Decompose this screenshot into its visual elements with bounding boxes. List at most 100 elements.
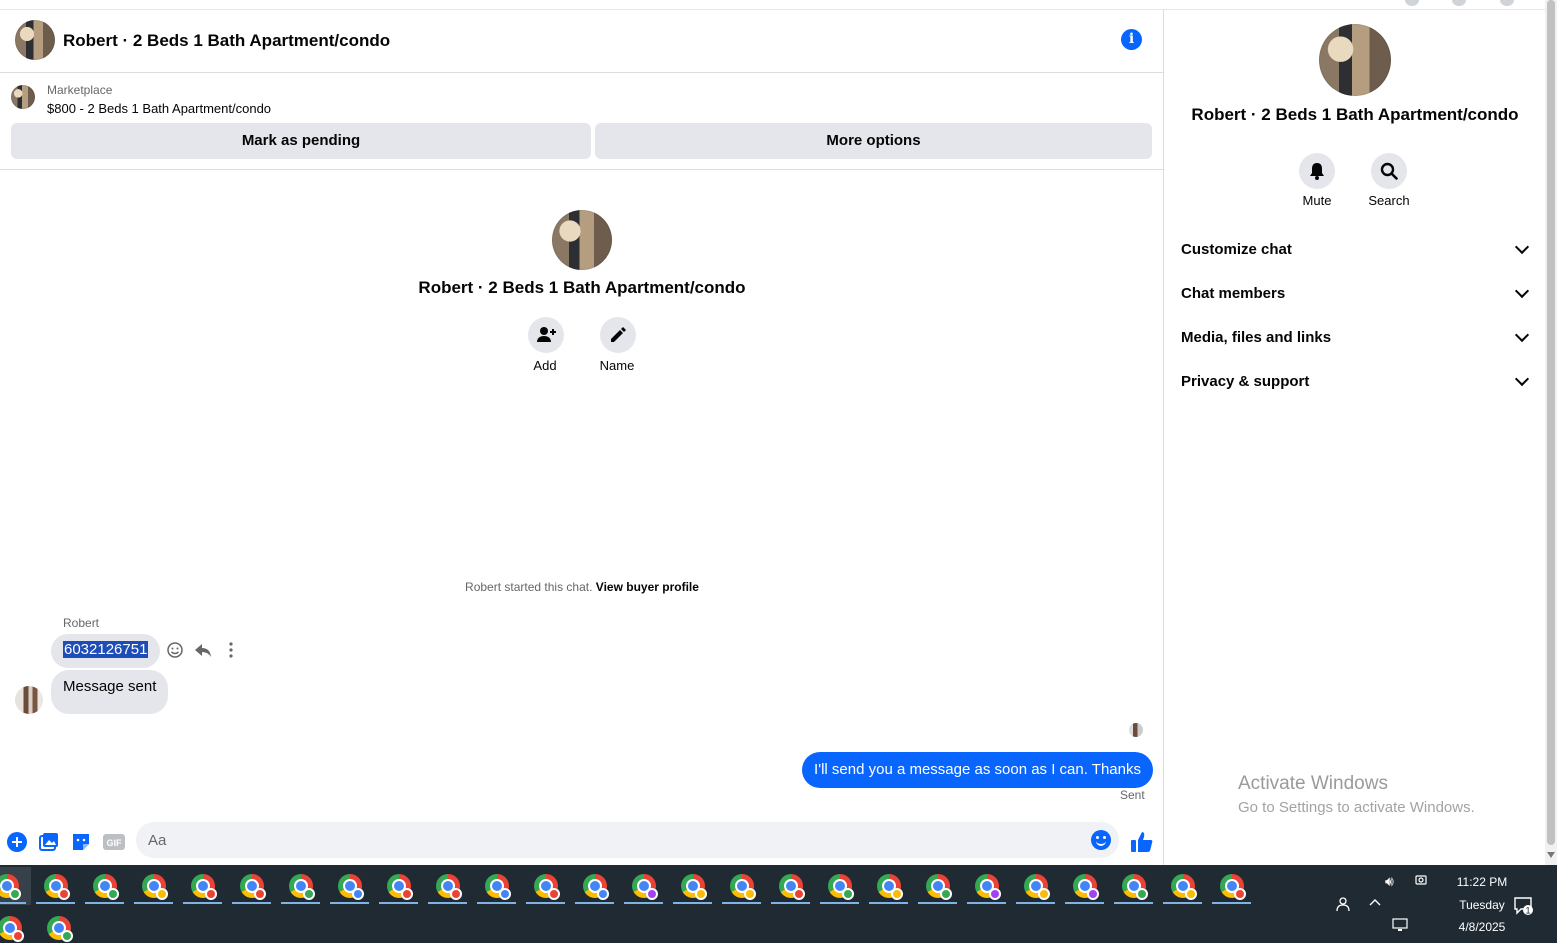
- chrome-taskbar-button[interactable]: [129, 867, 178, 905]
- more-vertical-icon[interactable]: [221, 640, 241, 660]
- chrome-taskbar-button[interactable]: [31, 867, 80, 905]
- bell-icon: [1310, 163, 1324, 180]
- info-icon[interactable]: i: [1121, 29, 1142, 50]
- search-icon: [1380, 162, 1398, 180]
- camera-icon[interactable]: [1414, 873, 1428, 890]
- clock-day[interactable]: Tuesday: [1442, 898, 1522, 912]
- profile-badge-icon: [989, 888, 1001, 900]
- media-files-links-section[interactable]: Media, files and links: [1181, 317, 1533, 357]
- running-indicator: [722, 902, 761, 904]
- chevron-up-icon[interactable]: [1368, 895, 1382, 912]
- running-indicator: [575, 902, 614, 904]
- chrome-taskbar-button[interactable]: [80, 867, 129, 905]
- chrome-taskbar-button[interactable]: [1011, 867, 1060, 905]
- chrome-taskbar-button[interactable]: [717, 867, 766, 905]
- search-button[interactable]: [1371, 153, 1407, 189]
- profile-badge-icon: [303, 888, 315, 900]
- chrome-taskbar-button[interactable]: [766, 867, 815, 905]
- phone-number-text[interactable]: 6032126751: [63, 641, 149, 658]
- chrome-taskbar-button[interactable]: [1109, 867, 1158, 905]
- running-indicator: [232, 902, 271, 904]
- chat-header: Robert · 2 Beds 1 Bath Apartment/condo i: [0, 10, 1164, 73]
- message-actions: [165, 640, 241, 660]
- window-control-icon[interactable]: [1452, 0, 1466, 6]
- network-icon[interactable]: [1392, 917, 1410, 936]
- plus-icon[interactable]: [7, 832, 27, 852]
- chrome-taskbar-button[interactable]: [276, 867, 325, 905]
- customize-chat-section[interactable]: Customize chat: [1181, 229, 1533, 269]
- taskbar-row: [0, 867, 1256, 905]
- more-options-button[interactable]: More options: [595, 123, 1152, 159]
- add-person-button[interactable]: [528, 317, 564, 353]
- sender-avatar[interactable]: [15, 686, 43, 714]
- profile-badge-icon: [695, 888, 707, 900]
- chrome-taskbar-button[interactable]: [815, 867, 864, 905]
- notification-center-icon[interactable]: 1: [1513, 896, 1535, 916]
- listing-thumbnail[interactable]: [11, 85, 35, 109]
- conversation-avatar[interactable]: [15, 20, 55, 60]
- chrome-taskbar-button[interactable]: [864, 867, 913, 905]
- message-input[interactable]: [136, 822, 1119, 858]
- mark-as-pending-button[interactable]: Mark as pending: [11, 123, 591, 159]
- clock-date[interactable]: 4/8/2025: [1442, 920, 1522, 934]
- chrome-taskbar-button[interactable]: [570, 867, 619, 905]
- chrome-taskbar-button[interactable]: [325, 867, 374, 905]
- reply-icon[interactable]: [193, 640, 213, 660]
- conversation-title[interactable]: Robert · 2 Beds 1 Bath Apartment/condo: [63, 31, 390, 51]
- view-buyer-profile-link[interactable]: View buyer profile: [596, 580, 699, 594]
- taskbar-row: [0, 909, 83, 943]
- chrome-taskbar-button[interactable]: [423, 867, 472, 905]
- chrome-taskbar-button[interactable]: [521, 867, 570, 905]
- profile-badge-icon: [1234, 888, 1246, 900]
- privacy-support-section[interactable]: Privacy & support: [1181, 361, 1533, 401]
- chat-members-section[interactable]: Chat members: [1181, 273, 1533, 313]
- running-indicator: [820, 902, 859, 904]
- emoji-icon[interactable]: [1091, 830, 1111, 850]
- scrollbar-thumb[interactable]: [1547, 0, 1555, 845]
- marketplace-listing-bar: Marketplace $800 - 2 Beds 1 Bath Apartme…: [0, 73, 1164, 170]
- profile-badge-icon: [352, 888, 364, 900]
- clock-time[interactable]: 11:22 PM: [1442, 875, 1522, 889]
- people-icon[interactable]: [1333, 895, 1351, 916]
- profile-badge-icon: [891, 888, 903, 900]
- sticker-icon[interactable]: [71, 832, 91, 852]
- scroll-down-arrow-icon[interactable]: [1547, 852, 1555, 858]
- search-label: Search: [1368, 193, 1410, 208]
- profile-badge-icon: [12, 930, 24, 942]
- chrome-taskbar-button[interactable]: [668, 867, 717, 905]
- chrome-taskbar-button[interactable]: [0, 867, 31, 905]
- photo-icon[interactable]: [39, 832, 59, 852]
- chrome-taskbar-button[interactable]: [1158, 867, 1207, 905]
- chrome-taskbar-button[interactable]: [962, 867, 1011, 905]
- message-bubble-phone[interactable]: 6032126751: [51, 634, 161, 668]
- chrome-taskbar-button[interactable]: [374, 867, 423, 905]
- outgoing-message-bubble[interactable]: I'll send you a message as soon as I can…: [802, 752, 1153, 788]
- chrome-taskbar-button[interactable]: [472, 867, 521, 905]
- section-label: Media, files and links: [1181, 328, 1332, 346]
- chrome-taskbar-button[interactable]: [913, 867, 962, 905]
- mute-button[interactable]: [1299, 153, 1335, 189]
- react-emoji-icon[interactable]: [165, 640, 185, 660]
- chrome-taskbar-button[interactable]: [34, 909, 83, 943]
- window-control-icon[interactable]: [1405, 0, 1419, 6]
- section-label: Customize chat: [1181, 240, 1292, 258]
- chrome-taskbar-button[interactable]: [227, 867, 276, 905]
- chrome-taskbar-button[interactable]: [178, 867, 227, 905]
- chrome-taskbar-button[interactable]: [1060, 867, 1109, 905]
- profile-badge-icon: [58, 888, 70, 900]
- speaker-icon[interactable]: 🔊︎: [1385, 873, 1394, 890]
- gif-icon[interactable]: GIF: [103, 832, 125, 852]
- chrome-taskbar-button[interactable]: [619, 867, 668, 905]
- window-control-icon[interactable]: [1500, 0, 1514, 6]
- name-button[interactable]: [600, 317, 636, 353]
- page-scrollbar[interactable]: [1545, 0, 1557, 865]
- listing-title[interactable]: $800 - 2 Beds 1 Bath Apartment/condo: [47, 101, 271, 116]
- running-indicator: [183, 902, 222, 904]
- message-bubble[interactable]: Message sent: [51, 670, 169, 714]
- thumbs-up-icon[interactable]: [1130, 830, 1154, 854]
- running-indicator: [36, 902, 75, 904]
- chat-started-text: Robert started this chat.: [465, 580, 593, 594]
- chrome-taskbar-button[interactable]: [1207, 867, 1256, 905]
- info-avatar[interactable]: [1319, 24, 1391, 96]
- chrome-taskbar-button[interactable]: [0, 909, 34, 943]
